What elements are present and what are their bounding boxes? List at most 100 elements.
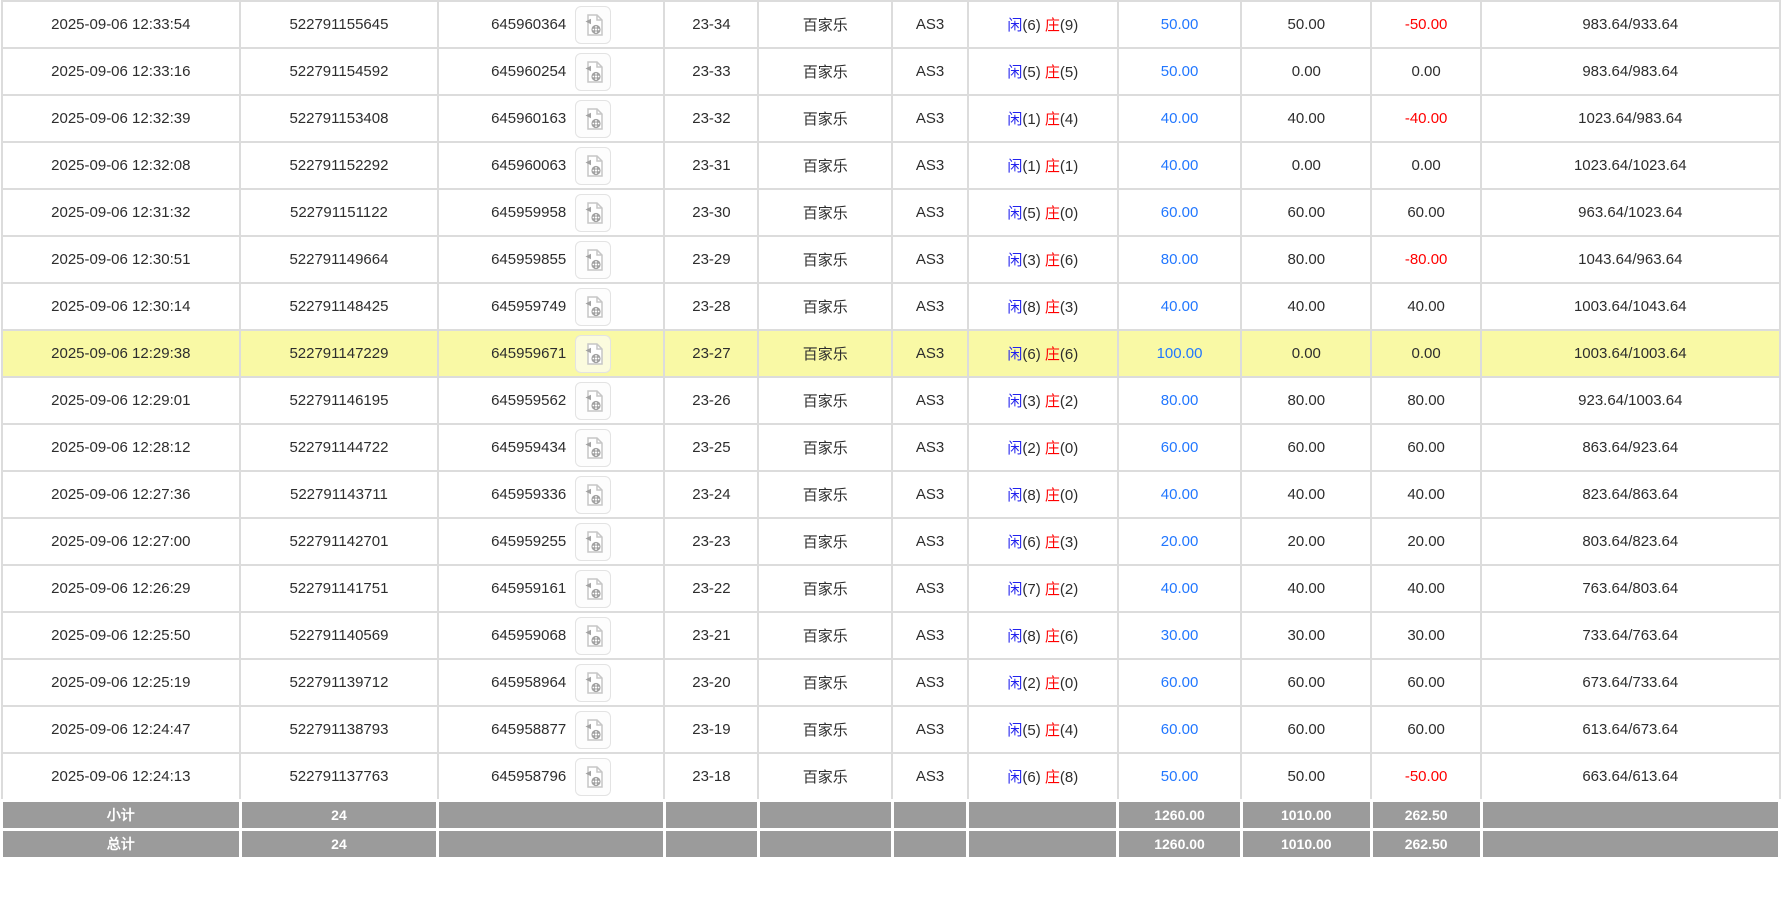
cell-bet-time: 2025-09-06 12:29:38: [2, 330, 241, 377]
cell-result: 闲(2) 庄(0): [968, 424, 1118, 471]
summary-empty-cell: [892, 830, 968, 859]
video-file-icon: [582, 13, 604, 37]
banker-label: 庄: [1045, 769, 1060, 786]
cell-table-code: AS3: [892, 330, 968, 377]
cell-game-no: 645960254: [438, 48, 665, 95]
summary-win-loss: 262.50: [1371, 830, 1481, 859]
cell-game-no: 645958964: [438, 659, 665, 706]
video-replay-button[interactable]: [575, 617, 611, 655]
video-replay-button[interactable]: [575, 241, 611, 279]
game-no-wrap: 645959068: [491, 617, 611, 655]
cell-round: 23-18: [664, 753, 758, 801]
cell-valid-amount: 40.00: [1241, 471, 1371, 518]
table-row[interactable]: 2025-09-06 12:27:00 522791142701 6459592…: [2, 518, 1780, 565]
amount-link[interactable]: 60.00: [1161, 439, 1199, 456]
table-row[interactable]: 2025-09-06 12:24:47 522791138793 6459588…: [2, 706, 1780, 753]
video-replay-button[interactable]: [575, 758, 611, 796]
video-replay-button[interactable]: [575, 664, 611, 702]
video-replay-button[interactable]: [575, 523, 611, 561]
amount-link[interactable]: 20.00: [1161, 533, 1199, 550]
player-score: (8): [1022, 299, 1040, 316]
amount-link[interactable]: 80.00: [1161, 392, 1199, 409]
cell-valid-amount: 60.00: [1241, 424, 1371, 471]
cell-table-code: AS3: [892, 612, 968, 659]
amount-link[interactable]: 60.00: [1161, 674, 1199, 691]
amount-link[interactable]: 40.00: [1161, 486, 1199, 503]
video-replay-button[interactable]: [575, 147, 611, 185]
amount-link[interactable]: 50.00: [1161, 63, 1199, 80]
table-row[interactable]: 2025-09-06 12:29:01 522791146195 6459595…: [2, 377, 1780, 424]
table-row[interactable]: 2025-09-06 12:33:54 522791155645 6459603…: [2, 1, 1780, 48]
player-label: 闲: [1007, 440, 1022, 457]
amount-link[interactable]: 60.00: [1161, 204, 1199, 221]
video-replay-button[interactable]: [575, 335, 611, 373]
player-score: (6): [1022, 534, 1040, 551]
banker-score: (9): [1060, 17, 1078, 34]
video-replay-button[interactable]: [575, 194, 611, 232]
summary-empty-cell: [664, 801, 758, 830]
player-label: 闲: [1007, 487, 1022, 504]
game-no-wrap: 645960364: [491, 6, 611, 44]
player-label: 闲: [1007, 299, 1022, 316]
table-row[interactable]: 2025-09-06 12:25:19 522791139712 6459589…: [2, 659, 1780, 706]
video-replay-button[interactable]: [575, 53, 611, 91]
table-row[interactable]: 2025-09-06 12:30:51 522791149664 6459598…: [2, 236, 1780, 283]
video-replay-button[interactable]: [575, 570, 611, 608]
amount-link[interactable]: 40.00: [1161, 580, 1199, 597]
table-row[interactable]: 2025-09-06 12:25:50 522791140569 6459590…: [2, 612, 1780, 659]
cell-order-no: 522791148425: [240, 283, 438, 330]
cell-result: 闲(7) 庄(2): [968, 565, 1118, 612]
table-row[interactable]: 2025-09-06 12:32:39 522791153408 6459601…: [2, 95, 1780, 142]
cell-table-code: AS3: [892, 48, 968, 95]
amount-link[interactable]: 80.00: [1161, 251, 1199, 268]
video-replay-button[interactable]: [575, 288, 611, 326]
table-row[interactable]: 2025-09-06 12:24:13 522791137763 6459587…: [2, 753, 1780, 801]
amount-link[interactable]: 60.00: [1161, 721, 1199, 738]
cell-game-type: 百家乐: [758, 518, 892, 565]
banker-label: 庄: [1045, 299, 1060, 316]
cell-round: 23-26: [664, 377, 758, 424]
cell-result: 闲(5) 庄(4): [968, 706, 1118, 753]
amount-link[interactable]: 40.00: [1161, 157, 1199, 174]
video-file-icon: [582, 201, 604, 225]
cell-amount: 60.00: [1118, 189, 1242, 236]
cell-result: 闲(3) 庄(2): [968, 377, 1118, 424]
amount-link[interactable]: 40.00: [1161, 298, 1199, 315]
video-replay-button[interactable]: [575, 6, 611, 44]
table-row[interactable]: 2025-09-06 12:31:32 522791151122 6459599…: [2, 189, 1780, 236]
player-score: (7): [1022, 581, 1040, 598]
banker-label: 庄: [1045, 628, 1060, 645]
amount-link[interactable]: 50.00: [1161, 768, 1199, 785]
game-no-text: 645959958: [491, 204, 566, 221]
table-row[interactable]: 2025-09-06 12:27:36 522791143711 6459593…: [2, 471, 1780, 518]
amount-link[interactable]: 50.00: [1161, 16, 1199, 33]
cell-order-no: 522791140569: [240, 612, 438, 659]
video-replay-button[interactable]: [575, 382, 611, 420]
video-file-icon: [582, 154, 604, 178]
video-replay-button[interactable]: [575, 429, 611, 467]
amount-link[interactable]: 30.00: [1161, 627, 1199, 644]
video-replay-button[interactable]: [575, 100, 611, 138]
amount-link[interactable]: 100.00: [1157, 345, 1203, 362]
table-row[interactable]: 2025-09-06 12:29:38 522791147229 6459596…: [2, 330, 1780, 377]
banker-score: (6): [1060, 252, 1078, 269]
table-row[interactable]: 2025-09-06 12:32:08 522791152292 6459600…: [2, 142, 1780, 189]
table-row[interactable]: 2025-09-06 12:30:14 522791148425 6459597…: [2, 283, 1780, 330]
video-replay-button[interactable]: [575, 476, 611, 514]
table-row[interactable]: 2025-09-06 12:28:12 522791144722 6459594…: [2, 424, 1780, 471]
cell-game-no: 645959562: [438, 377, 665, 424]
cell-table-code: AS3: [892, 189, 968, 236]
table-row[interactable]: 2025-09-06 12:26:29 522791141751 6459591…: [2, 565, 1780, 612]
table-row[interactable]: 2025-09-06 12:33:16 522791154592 6459602…: [2, 48, 1780, 95]
banker-label: 庄: [1045, 393, 1060, 410]
cell-amount: 40.00: [1118, 95, 1242, 142]
cell-round: 23-19: [664, 706, 758, 753]
cell-game-type: 百家乐: [758, 612, 892, 659]
banker-label: 庄: [1045, 252, 1060, 269]
banker-score: (0): [1060, 205, 1078, 222]
cell-win-loss: 60.00: [1371, 424, 1481, 471]
video-replay-button[interactable]: [575, 711, 611, 749]
player-label: 闲: [1007, 17, 1022, 34]
cell-table-code: AS3: [892, 565, 968, 612]
amount-link[interactable]: 40.00: [1161, 110, 1199, 127]
